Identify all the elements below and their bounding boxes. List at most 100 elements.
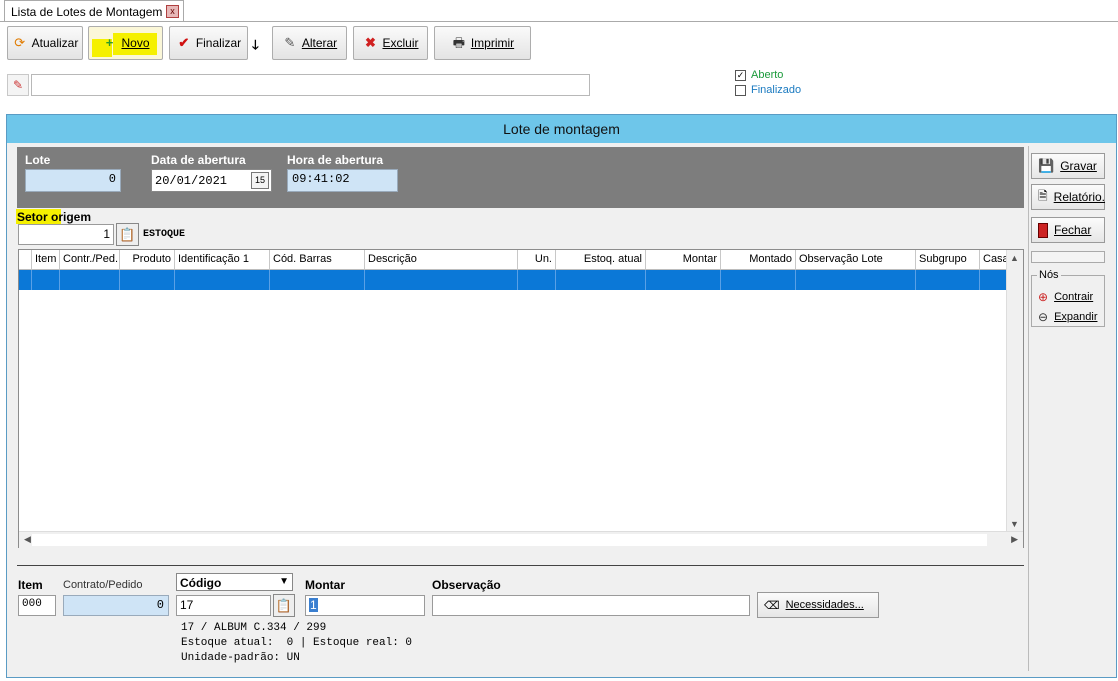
atualizar-label: Atualizar	[31, 36, 79, 50]
grid-cell	[518, 270, 556, 290]
tab-divider	[0, 21, 1118, 22]
finalizar-dropdown-arrow-icon[interactable]: 🡓	[252, 36, 264, 52]
hora-abertura-label: Hora de abertura	[287, 153, 384, 167]
grid-cell	[19, 270, 32, 290]
fechar-button[interactable]: Fechar	[1031, 217, 1105, 243]
data-abertura-label: Data de abertura	[151, 153, 246, 167]
itens-grid[interactable]: Item Contr./Ped. Produto Identificação 1…	[18, 249, 1024, 548]
scroll-up-icon[interactable]: ▲	[1010, 253, 1019, 263]
grid-header-produto[interactable]: Produto	[120, 250, 175, 270]
expandir-button[interactable]: ⊖ Expandir	[1038, 310, 1097, 324]
aberto-checkbox-row[interactable]: ✓ Aberto	[735, 69, 783, 81]
grid-cell	[270, 270, 365, 290]
grid-vertical-scrollbar[interactable]: ▲ ▼	[1006, 250, 1023, 532]
refresh-icon: ⟳	[14, 35, 26, 50]
item-input[interactable]: 000	[18, 595, 56, 616]
filter-input[interactable]	[31, 74, 590, 96]
codigo-select-value: Código	[180, 576, 222, 590]
codigo-select[interactable]: Código ▼	[176, 573, 293, 591]
alterar-label: Alterar	[301, 36, 338, 50]
montar-input[interactable]: 1	[305, 595, 425, 616]
report-icon: 🗎	[1038, 188, 1048, 203]
grid-header-cod-barras[interactable]: Cód. Barras	[270, 250, 365, 270]
observacao-label: Observação	[432, 578, 501, 592]
checkmark-icon: ✔	[178, 35, 190, 50]
grid-cell	[556, 270, 646, 290]
grid-header-montado[interactable]: Montado	[721, 250, 796, 270]
relatorio-label: Relatório.	[1053, 190, 1106, 204]
necessidades-label: Necessidades...	[785, 599, 864, 611]
scroll-left-icon[interactable]: ◀	[24, 534, 31, 545]
scroll-right-icon[interactable]: ▶	[1011, 534, 1018, 545]
grid-header-observacao-lote[interactable]: Observação Lote	[796, 250, 916, 270]
tab-lista-lotes[interactable]: Lista de Lotes de Montagem x	[4, 0, 184, 22]
alterar-button[interactable]: ✎ Alterar	[272, 26, 347, 60]
grid-header-identificacao[interactable]: Identificação 1	[175, 250, 270, 270]
data-abertura-value: 20/01/2021	[155, 174, 228, 188]
save-icon: 💾	[1038, 158, 1055, 173]
grid-cell	[796, 270, 916, 290]
finalizado-checkbox-row[interactable]: Finalizado	[735, 84, 801, 96]
grid-cell	[60, 270, 120, 290]
contrair-button[interactable]: ⊕ Contrair	[1038, 290, 1093, 304]
grid-cell	[175, 270, 270, 290]
grid-cell	[646, 270, 721, 290]
imprimir-button[interactable]: 🖶 Imprimir	[434, 26, 531, 60]
grid-header-item[interactable]: Item	[32, 250, 60, 270]
excluir-label: Excluir	[382, 36, 419, 50]
lookup-icon[interactable]: 📋	[116, 223, 139, 246]
gravar-label: Gravar	[1060, 159, 1097, 173]
observacao-input[interactable]	[432, 595, 750, 616]
printer-icon: 🖶	[452, 35, 465, 50]
data-abertura-field[interactable]: 20/01/2021 15	[151, 169, 272, 192]
atualizar-button[interactable]: ⟳ Atualizar	[7, 26, 83, 60]
novo-button[interactable]: + Novo	[88, 26, 163, 60]
grid-header-un[interactable]: Un.	[518, 250, 556, 270]
nos-label: Nós	[1037, 269, 1061, 281]
lote-field: 0	[25, 169, 121, 192]
excluir-button[interactable]: ✖ Excluir	[353, 26, 428, 60]
contrato-pedido-label: Contrato/Pedido	[63, 579, 143, 591]
bottom-separator	[17, 565, 1024, 566]
finalizar-button[interactable]: ✔ Finalizar	[169, 26, 248, 60]
hora-abertura-field: 09:41:02	[287, 169, 398, 192]
relatorio-button[interactable]: 🗎 Relatório.	[1031, 184, 1105, 210]
setor-origem-label: Setor origem	[17, 210, 92, 224]
grid-header-estoq-atual[interactable]: Estoq. atual	[556, 250, 646, 270]
calendar-icon[interactable]: 15	[251, 172, 269, 189]
product-info-line2: Estoque atual: 0 | Estoque real: 0	[181, 637, 413, 649]
scroll-down-icon[interactable]: ▼	[1010, 519, 1019, 529]
setor-origem-input[interactable]: 1	[18, 224, 114, 245]
grid-header-contr-ped[interactable]: Contr./Ped.	[60, 250, 120, 270]
lote-label: Lote	[25, 153, 51, 167]
product-info-line1: 17 / ALBUM C.334 / 299	[181, 622, 327, 634]
gravar-button[interactable]: 💾 Gravar	[1031, 153, 1105, 179]
grid-header-subgrupo[interactable]: Subgrupo	[916, 250, 980, 270]
codigo-input[interactable]: 17	[176, 595, 271, 616]
grid-cell	[365, 270, 518, 290]
add-icon: +	[105, 35, 114, 50]
clear-filter-icon[interactable]: ✎	[7, 74, 29, 96]
grid-header-montar[interactable]: Montar	[646, 250, 721, 270]
finalizado-label: Finalizado	[751, 84, 802, 96]
necessidades-button[interactable]: ⌫ Necessidades...	[757, 592, 879, 618]
close-tab-icon[interactable]: x	[166, 5, 179, 18]
codigo-lookup-icon[interactable]: 📋	[273, 594, 295, 617]
contrair-label: Contrair	[1054, 291, 1094, 303]
product-info-line3: Unidade-padrão: UN	[181, 652, 300, 664]
fechar-label: Fechar	[1054, 223, 1092, 237]
grid-cell	[120, 270, 175, 290]
chevron-down-icon[interactable]: ▼	[279, 576, 289, 587]
expandir-label: Expandir	[1054, 311, 1098, 323]
novo-label: Novo	[121, 36, 150, 50]
item-label: Item	[18, 578, 43, 592]
finalizado-checkbox[interactable]	[735, 84, 746, 96]
grid-cell	[721, 270, 796, 290]
aberto-checkbox[interactable]: ✓	[735, 69, 746, 81]
montar-value: 1	[309, 598, 318, 612]
scroll-track[interactable]	[32, 534, 987, 546]
tab-title: Lista de Lotes de Montagem	[11, 5, 163, 19]
grid-header-descricao[interactable]: Descrição	[365, 250, 518, 270]
grid-horizontal-scrollbar[interactable]: ◀ ▶	[19, 531, 1023, 548]
montar-label: Montar	[305, 578, 345, 592]
